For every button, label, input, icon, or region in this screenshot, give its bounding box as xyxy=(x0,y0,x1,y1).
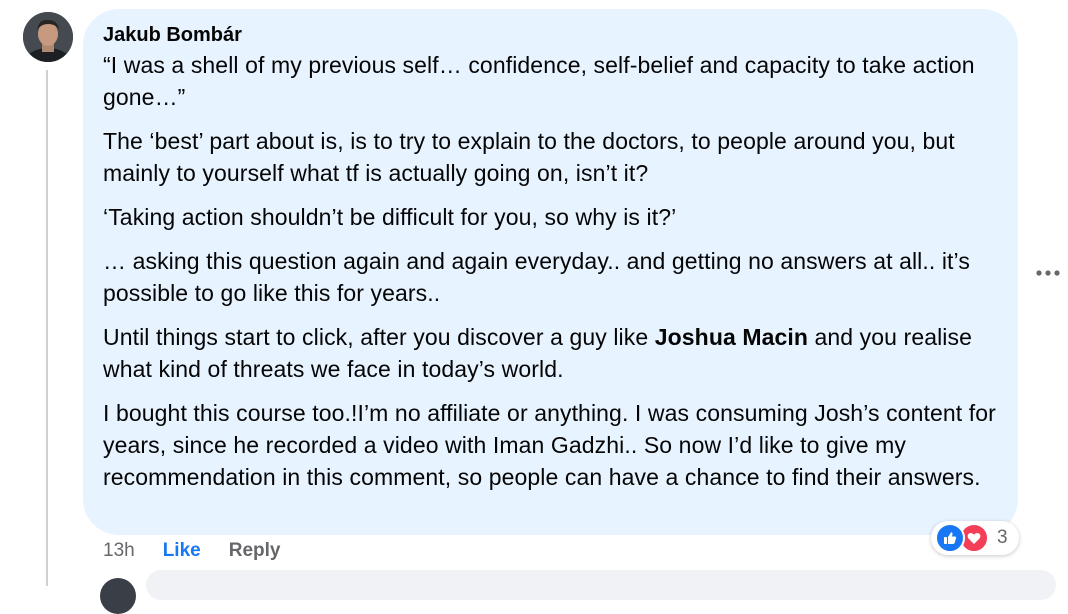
mention-link[interactable]: Joshua Macin xyxy=(655,324,808,350)
next-comment-bubble xyxy=(146,570,1056,600)
comment-bubble: Jakub Bombár “I was a shell of my previo… xyxy=(83,9,1018,535)
reply-button[interactable]: Reply xyxy=(229,540,281,562)
avatar-photo xyxy=(23,12,73,62)
timestamp-link[interactable]: 13h xyxy=(103,540,135,562)
more-options-button[interactable] xyxy=(1032,258,1064,288)
comment-author[interactable]: Jakub Bombár xyxy=(103,22,998,48)
comment-paragraph: ‘Taking action shouldn’t be difficult fo… xyxy=(103,204,677,230)
comment-paragraph: Until things start to click, after you d… xyxy=(103,321,998,385)
like-icon xyxy=(935,523,965,553)
comment-paragraph: “I was a shell of my previous self… conf… xyxy=(103,52,975,110)
comment-paragraph: The ‘best’ part about is, is to try to e… xyxy=(103,128,955,186)
like-button[interactable]: Like xyxy=(163,540,201,562)
comment-actions: 13h Like Reply xyxy=(103,538,280,564)
reaction-count: 3 xyxy=(997,527,1008,548)
thread-line xyxy=(46,70,48,586)
next-avatar xyxy=(100,578,136,614)
avatar[interactable] xyxy=(23,12,73,62)
comment-paragraph: I bought this course too.!I’m no affilia… xyxy=(103,400,996,490)
comment-paragraph: … asking this question again and again e… xyxy=(103,248,970,306)
reaction-summary[interactable]: 3 xyxy=(931,521,1019,555)
paragraph-text: Until things start to click, after you d… xyxy=(103,324,655,350)
more-options-icon xyxy=(1036,270,1060,276)
